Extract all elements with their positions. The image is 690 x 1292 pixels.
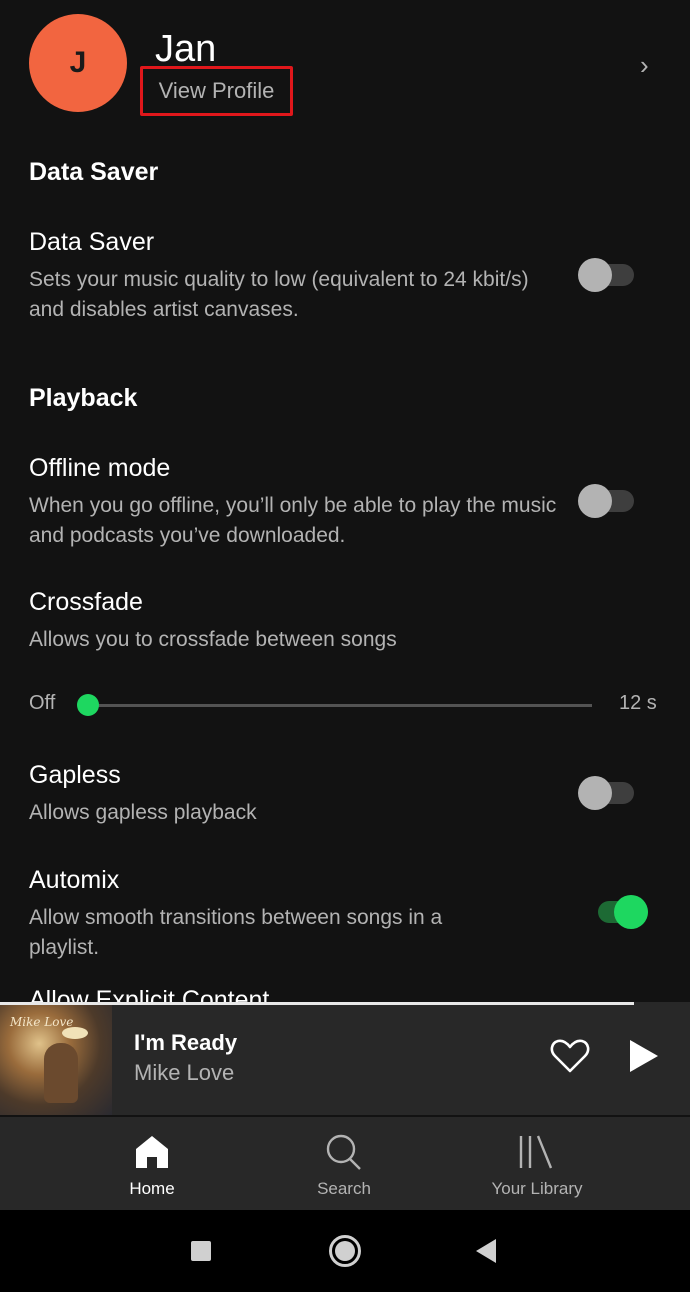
nav-home-label: Home — [129, 1179, 175, 1198]
search-icon — [326, 1134, 361, 1170]
avatar-initial: J — [69, 46, 87, 79]
data-saver-toggle[interactable] — [578, 254, 636, 294]
view-profile-label: View Profile — [158, 78, 275, 103]
play-icon[interactable] — [626, 1038, 660, 1074]
nav-library[interactable]: Your Library — [457, 1117, 617, 1212]
nav-home[interactable]: Home — [72, 1117, 232, 1212]
album-art-text: Mike Love — [10, 1015, 74, 1029]
bottom-navigation: Home Search Your Library — [0, 1115, 690, 1210]
data-saver-description: Sets your music quality to low (equivale… — [29, 268, 529, 321]
view-profile-link[interactable]: View Profile — [140, 66, 293, 116]
automix-toggle[interactable] — [592, 891, 650, 931]
home-icon — [136, 1136, 168, 1168]
now-playing-title: I'm Ready — [134, 1030, 238, 1055]
section-header-playback: Playback — [29, 384, 138, 412]
gapless-description: Allows gapless playback — [29, 801, 257, 824]
nav-search[interactable]: Search — [264, 1117, 424, 1212]
automix-description: Allow smooth transitions between songs i… — [29, 906, 443, 959]
now-playing-artist: Mike Love — [134, 1060, 235, 1085]
album-art[interactable]: Mike Love — [0, 1005, 112, 1115]
automix-title: Automix — [29, 866, 120, 894]
home-circle-icon[interactable] — [328, 1234, 362, 1268]
crossfade-description: Allows you to crossfade between songs — [29, 628, 397, 651]
chevron-right-icon[interactable]: › — [640, 50, 649, 81]
profile-row[interactable]: J Jan View Profile › — [0, 0, 690, 130]
explicit-content-title-partial: Allow Explicit Content — [29, 986, 270, 1002]
album-art-figure — [44, 1043, 78, 1103]
back-icon[interactable] — [474, 1238, 498, 1264]
crossfade-slider-track[interactable] — [88, 704, 592, 707]
now-playing-bar[interactable]: Mike Love I'm Ready Mike Love — [0, 1002, 690, 1115]
data-saver-title: Data Saver — [29, 228, 155, 256]
crossfade-title: Crossfade — [29, 588, 143, 616]
crossfade-slider-handle[interactable] — [77, 694, 99, 716]
nav-library-label: Your Library — [491, 1179, 583, 1198]
toggle-knob — [578, 484, 612, 518]
crossfade-slider-row: Off 12 s — [0, 684, 690, 724]
recents-icon[interactable] — [190, 1240, 212, 1262]
toggle-knob — [614, 895, 648, 929]
avatar[interactable]: J — [29, 14, 127, 112]
offline-mode-description: When you go offline, you’ll only be able… — [29, 494, 557, 547]
crossfade-max-label: 12 s — [619, 692, 657, 714]
offline-mode-toggle[interactable] — [578, 480, 636, 520]
toggle-knob — [578, 776, 612, 810]
nav-search-label: Search — [317, 1179, 371, 1198]
gapless-toggle[interactable] — [578, 772, 636, 812]
heart-outline-icon[interactable] — [550, 1038, 590, 1074]
gapless-title: Gapless — [29, 761, 121, 789]
crossfade-min-label: Off — [29, 692, 56, 714]
profile-name: Jan — [155, 28, 217, 70]
album-art-bird — [62, 1027, 88, 1039]
section-header-data-saver: Data Saver — [29, 158, 159, 186]
offline-mode-title: Offline mode — [29, 454, 171, 482]
library-icon — [519, 1135, 553, 1169]
system-navigation-bar — [0, 1210, 690, 1292]
toggle-knob — [578, 258, 612, 292]
